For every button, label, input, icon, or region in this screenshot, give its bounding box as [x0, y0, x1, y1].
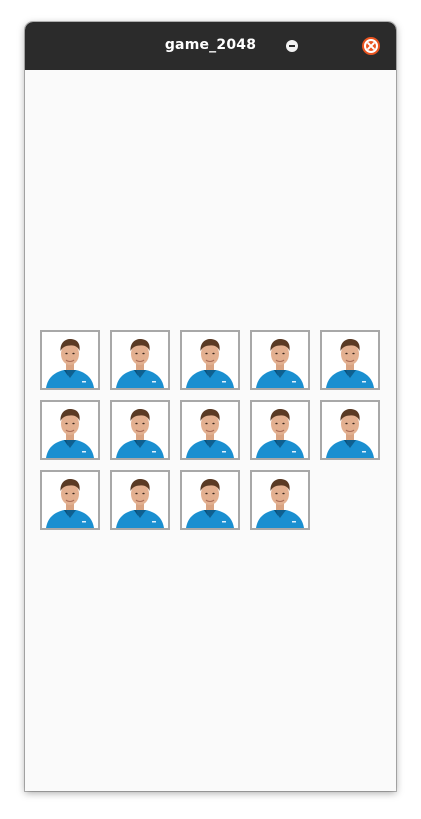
game-tile: [250, 470, 310, 530]
portrait-image: [252, 402, 308, 458]
portrait-image: [182, 472, 238, 528]
portrait-image: [252, 332, 308, 388]
game-canvas[interactable]: [25, 70, 396, 791]
portrait-image: [112, 402, 168, 458]
game-tile: [110, 330, 170, 390]
portrait-image: [322, 402, 378, 458]
game-tile: [40, 400, 100, 460]
game-tile: [250, 330, 310, 390]
portrait-image: [322, 332, 378, 388]
title-bar[interactable]: game_2048: [25, 22, 396, 70]
portrait-image: [182, 402, 238, 458]
portrait-image: [112, 472, 168, 528]
game-tile: [180, 470, 240, 530]
game-tile: [110, 400, 170, 460]
close-icon[interactable]: [362, 37, 380, 55]
game-tile: [40, 330, 100, 390]
portrait-image: [42, 402, 98, 458]
portrait-image: [42, 332, 98, 388]
game-tile: [180, 330, 240, 390]
game-tile: [110, 470, 170, 530]
portrait-image: [42, 472, 98, 528]
game-tile: [320, 400, 380, 460]
game-tile: [320, 330, 380, 390]
game-tile: [250, 400, 310, 460]
portrait-image: [252, 472, 308, 528]
portrait-image: [112, 332, 168, 388]
app-window: game_2048: [25, 22, 396, 791]
portrait-image: [182, 332, 238, 388]
minimize-icon[interactable]: [286, 40, 298, 52]
game-tile: [180, 400, 240, 460]
window-title: game_2048: [164, 37, 257, 53]
game-tile: [40, 470, 100, 530]
